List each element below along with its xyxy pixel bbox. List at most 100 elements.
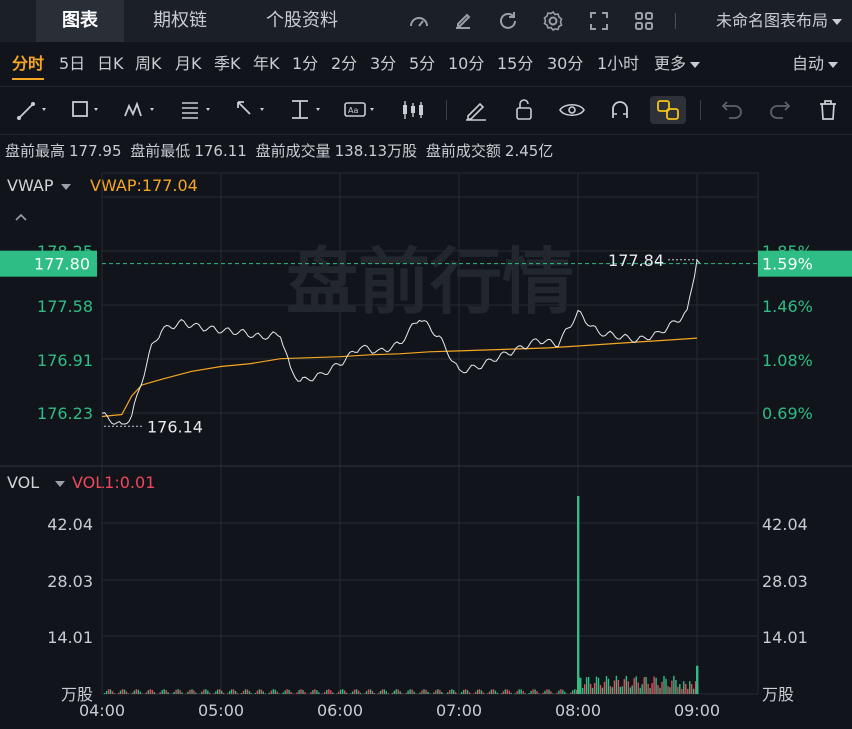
volume-bar <box>217 689 219 694</box>
timeframe-3m[interactable]: 3分 <box>370 42 396 86</box>
price-line <box>101 258 701 425</box>
volume-bar <box>226 693 229 694</box>
fullscreen-icon[interactable] <box>587 9 611 33</box>
redo-icon[interactable] <box>762 96 798 124</box>
volume-bar <box>365 691 368 694</box>
fib-tool[interactable] <box>178 96 214 124</box>
volume-bar <box>679 684 681 694</box>
timeframe-15m[interactable]: 15分 <box>497 42 533 86</box>
tab-stock-profile[interactable]: 个股资料 <box>236 0 368 42</box>
volume-bar <box>671 680 673 694</box>
volume-bar <box>476 689 479 694</box>
pencil-icon[interactable] <box>458 96 494 124</box>
timeframe-week[interactable]: 周K <box>135 42 162 86</box>
timeframe-quarter[interactable]: 季K <box>214 42 241 86</box>
timeframe-2m[interactable]: 2分 <box>331 42 357 86</box>
tab-chart[interactable]: 图表 <box>36 0 124 42</box>
vol-indicator-selector[interactable]: VOL <box>7 473 66 492</box>
volume-bar <box>466 690 469 694</box>
vwap-indicator-selector[interactable]: VWAP <box>7 176 72 195</box>
volume-bar <box>643 677 645 694</box>
volume-bar <box>106 690 108 694</box>
timeframe-month[interactable]: 月K <box>175 42 202 86</box>
volume-bar <box>629 687 631 694</box>
volume-bar <box>288 689 290 694</box>
volume-bar <box>228 691 231 694</box>
timeframe-1h[interactable]: 1小时 <box>597 42 639 86</box>
volume-bar <box>584 684 586 694</box>
auto-scale-dropdown[interactable]: 自动 <box>792 42 838 86</box>
volume-bar <box>177 689 179 694</box>
volume-bar <box>687 688 689 694</box>
unlock-icon[interactable] <box>506 96 542 124</box>
volume-bar <box>264 693 266 694</box>
volume-bar <box>591 687 594 694</box>
timeframe-intraday[interactable]: 分时 <box>12 42 45 86</box>
timeframe-5m[interactable]: 5分 <box>409 42 435 86</box>
volume-bar <box>258 689 261 694</box>
undo-icon[interactable] <box>714 96 750 124</box>
volume-bar <box>121 689 124 694</box>
eye-icon[interactable] <box>554 96 590 124</box>
volume-bar <box>330 690 332 694</box>
trash-icon[interactable] <box>810 96 846 124</box>
layout-dropdown[interactable]: 未命名图表布局 <box>716 0 842 42</box>
collapse-chevron-up-icon[interactable] <box>14 208 28 221</box>
volume-bar <box>236 693 239 694</box>
chevron-down-icon <box>828 61 838 68</box>
price-axis-left: 178.25 177.58 176.91 176.23 <box>37 242 93 423</box>
volume-bar <box>655 677 657 694</box>
arrow-tool[interactable] <box>232 96 268 124</box>
grid-layout-icon[interactable] <box>632 9 656 33</box>
volume-bar <box>163 689 165 694</box>
volume-bar <box>691 684 693 694</box>
timeframe-year[interactable]: 年K <box>253 42 280 86</box>
volume-bar <box>641 684 643 694</box>
vol-value: VOL1:0.01 <box>72 473 156 492</box>
text-tool[interactable]: Aa <box>342 96 378 124</box>
edit-icon[interactable] <box>451 9 475 33</box>
volume-bar <box>601 687 604 694</box>
pct-tick-right: 1.85% <box>762 242 813 261</box>
volume-bar <box>550 691 552 694</box>
premarket-volume-label: 盘前成交量 <box>255 142 331 160</box>
timeframe-1m[interactable]: 1分 <box>292 42 318 86</box>
timeframe-30m[interactable]: 30分 <box>547 42 583 86</box>
volume-bar <box>657 685 659 694</box>
timeframe-day[interactable]: 日K <box>97 42 124 86</box>
gauge-icon[interactable] <box>407 9 431 33</box>
volume-bar <box>373 693 376 694</box>
volume-bar <box>653 676 655 694</box>
pattern-tool[interactable] <box>122 96 158 124</box>
timeframe-10m[interactable]: 10分 <box>448 42 484 86</box>
volume-tick-left: 14.01 <box>47 628 93 647</box>
timeframe-5d[interactable]: 5日 <box>59 42 85 86</box>
volume-bar <box>538 693 540 694</box>
volume-bar <box>516 691 518 694</box>
link-icon[interactable] <box>650 96 686 124</box>
timeframe-more[interactable]: 更多 <box>654 42 701 86</box>
tab-options-chain[interactable]: 期权链 <box>124 0 236 42</box>
volume-bar <box>256 690 259 694</box>
volume-bar <box>615 675 618 694</box>
trend-line-tool[interactable] <box>14 96 50 124</box>
price-range-tool[interactable] <box>288 96 324 124</box>
rectangle-tool[interactable] <box>68 96 104 124</box>
gear-icon[interactable] <box>541 9 565 33</box>
volume-tick-left: 42.04 <box>47 515 93 534</box>
candlestick-icon[interactable] <box>396 96 432 124</box>
volume-bar <box>137 689 140 694</box>
volume-bar <box>223 692 225 694</box>
volume-bar <box>282 692 284 694</box>
refresh-icon[interactable] <box>496 9 520 33</box>
volume-bar <box>244 689 247 694</box>
magnet-icon[interactable] <box>602 96 638 124</box>
volume-bar <box>108 689 110 694</box>
price-tick-left: 178.25 <box>37 242 93 261</box>
volume-bar <box>534 689 536 694</box>
premarket-amount-value: 2.45亿 <box>504 142 554 160</box>
volume-bar <box>548 689 550 694</box>
volume-bar <box>113 693 116 694</box>
volume-bar <box>544 690 546 694</box>
volume-bar <box>369 689 372 694</box>
